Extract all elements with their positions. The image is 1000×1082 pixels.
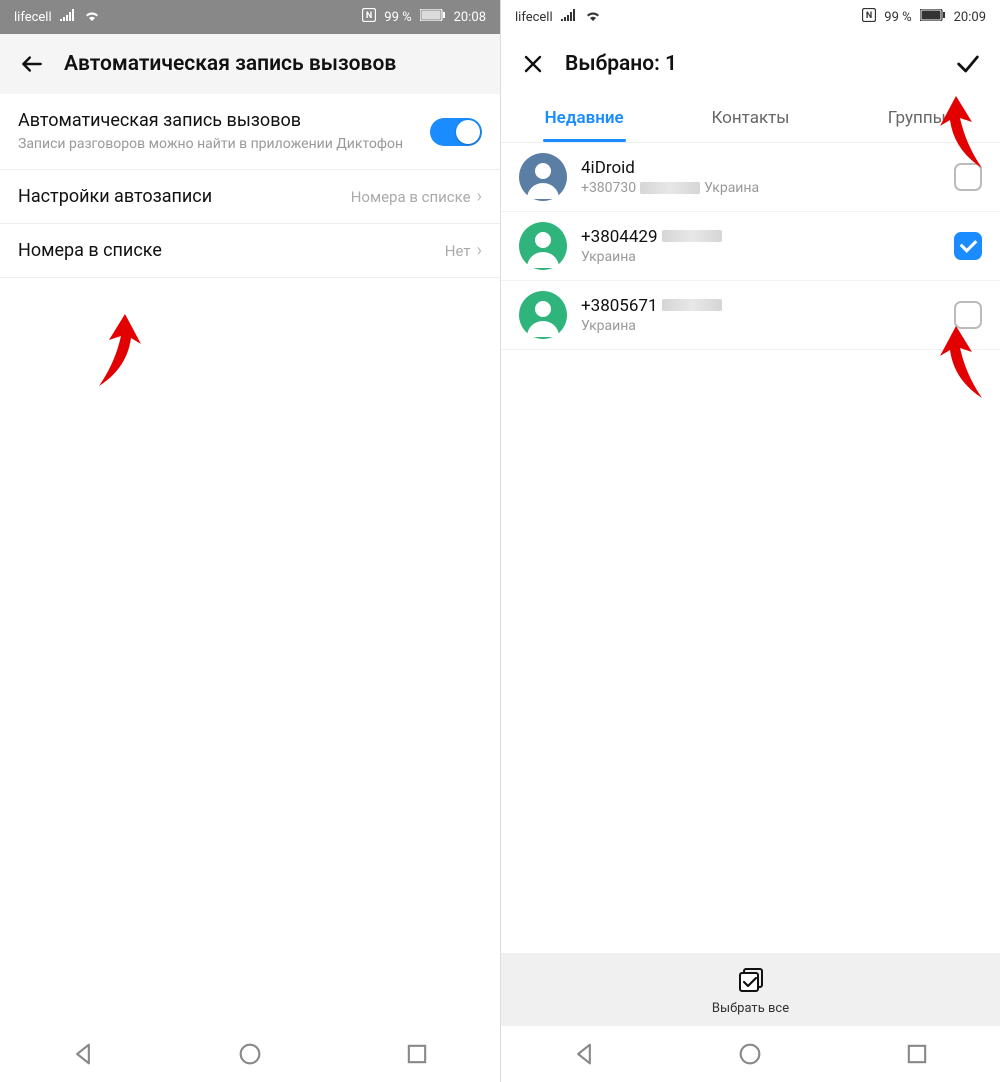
numberlist-value: Нет xyxy=(445,242,471,260)
autorecord-sub: Записи разговоров можно найти в приложен… xyxy=(18,135,430,153)
contact-name: 4iDroid xyxy=(581,158,954,178)
header: Автоматическая запись вызовов xyxy=(0,34,500,94)
nav-recent[interactable] xyxy=(403,1040,431,1068)
carrier-label: lifecell xyxy=(14,10,52,25)
battery-text: 99 % xyxy=(384,10,411,25)
wifi-icon xyxy=(585,9,601,25)
tab-recent[interactable]: Недавние xyxy=(501,94,667,142)
annotation-arrow xyxy=(85,308,165,402)
screen-left: lifecell N 99 % 20:08 xyxy=(0,0,500,1082)
chevron-right-icon: › xyxy=(477,186,482,207)
back-button[interactable] xyxy=(12,44,52,84)
svg-text:N: N xyxy=(866,11,872,21)
numberlist-title: Номера в списке xyxy=(18,240,445,261)
system-nav xyxy=(0,1026,500,1082)
contact-row[interactable]: +3804429 Украина xyxy=(501,212,1000,281)
nav-back[interactable] xyxy=(570,1040,598,1068)
page-title: Автоматическая запись вызовов xyxy=(64,52,488,76)
row-autorecord-settings[interactable]: Настройки автозаписи Номера в списке › xyxy=(0,170,500,224)
battery-icon xyxy=(420,9,446,25)
contact-row[interactable]: +3805671 Украина xyxy=(501,281,1000,350)
autorecord-title: Автоматическая запись вызовов xyxy=(18,110,430,131)
tabs: Недавние Контакты Группы xyxy=(501,94,1000,143)
contact-row[interactable]: 4iDroid +380730Украина xyxy=(501,143,1000,212)
checkbox[interactable] xyxy=(954,163,982,191)
select-all-button[interactable]: Выбрать все xyxy=(501,953,1000,1026)
clock: 20:09 xyxy=(954,10,986,25)
screen-right: lifecell N 99 % 20:09 xyxy=(500,0,1000,1082)
signal-icon xyxy=(561,9,577,25)
select-all-label: Выбрать все xyxy=(501,1001,1000,1016)
checkbox[interactable] xyxy=(954,232,982,260)
close-button[interactable] xyxy=(513,44,553,84)
contact-list: 4iDroid +380730Украина +3804429 Украина … xyxy=(501,143,1000,350)
nav-recent[interactable] xyxy=(903,1040,931,1068)
avatar xyxy=(519,222,567,270)
carrier-label: lifecell xyxy=(515,10,553,25)
nav-home[interactable] xyxy=(236,1040,264,1068)
contact-name: +3804429 xyxy=(581,227,954,247)
nav-home[interactable] xyxy=(736,1040,764,1068)
tab-contacts[interactable]: Контакты xyxy=(667,94,833,142)
row-number-list[interactable]: Номера в списке Нет › xyxy=(0,224,500,278)
contact-sub: Украина xyxy=(581,318,954,334)
system-nav xyxy=(501,1026,1000,1082)
avatar xyxy=(519,291,567,339)
battery-text: 99 % xyxy=(884,10,911,25)
signal-icon xyxy=(60,9,76,25)
battery-icon xyxy=(920,9,946,25)
tab-groups[interactable]: Группы xyxy=(834,94,1000,142)
nav-back[interactable] xyxy=(69,1040,97,1068)
row-autorecord-toggle[interactable]: Автоматическая запись вызовов Записи раз… xyxy=(0,94,500,170)
select-all-icon xyxy=(738,967,764,993)
nfc-icon: N xyxy=(362,8,376,26)
status-bar: lifecell N 99 % 20:08 xyxy=(0,0,500,34)
confirm-button[interactable] xyxy=(948,44,988,84)
status-bar: lifecell N 99 % 20:09 xyxy=(501,0,1000,34)
page-title: Выбрано: 1 xyxy=(565,52,936,76)
contact-sub: +380730Украина xyxy=(581,180,954,196)
settings-value: Номера в списке xyxy=(351,188,471,206)
switch-autorecord[interactable] xyxy=(430,118,482,146)
checkbox[interactable] xyxy=(954,301,982,329)
wifi-icon xyxy=(84,9,100,25)
nfc-icon: N xyxy=(862,8,876,26)
header: Выбрано: 1 xyxy=(501,34,1000,94)
settings-title: Настройки автозаписи xyxy=(18,186,351,207)
clock: 20:08 xyxy=(454,10,486,25)
avatar xyxy=(519,153,567,201)
contact-sub: Украина xyxy=(581,249,954,265)
chevron-right-icon: › xyxy=(477,240,482,261)
contact-name: +3805671 xyxy=(581,296,954,316)
svg-text:N: N xyxy=(366,11,372,21)
